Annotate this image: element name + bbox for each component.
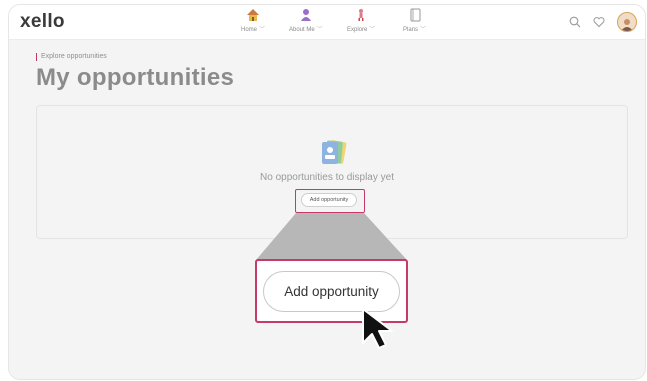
- chevron-down-icon: ﹀: [259, 27, 266, 33]
- person-icon: [300, 9, 311, 21]
- nav-about-me[interactable]: About Me ﹀: [289, 8, 323, 36]
- plans-notebook-icon: [410, 8, 421, 22]
- header-actions: [569, 12, 637, 32]
- top-navigation-bar: xello Home ﹀ About Me ﹀ Explore ﹀ Plans …: [9, 5, 645, 40]
- explore-figure-icon: [358, 9, 364, 21]
- nav-explore[interactable]: Explore ﹀: [347, 8, 375, 36]
- add-opportunity-button[interactable]: Add opportunity: [301, 193, 357, 207]
- chevron-down-icon: ﹀: [316, 27, 323, 33]
- search-icon[interactable]: [569, 16, 581, 28]
- nav-home[interactable]: Home ﹀: [241, 8, 265, 36]
- documents-icon: [322, 140, 347, 164]
- empty-state-message: No opportunities to display yet: [260, 172, 394, 183]
- xello-logo[interactable]: xello: [20, 11, 65, 33]
- chevron-down-icon: ﹀: [420, 27, 427, 33]
- nav-home-label: Home: [241, 27, 258, 33]
- nav-plans[interactable]: Plans ﹀: [403, 8, 426, 36]
- user-photo-icon: [621, 19, 633, 31]
- avatar[interactable]: [617, 12, 637, 32]
- add-opportunity-button-zoomed[interactable]: Add opportunity: [263, 271, 400, 312]
- nav-about-me-label: About Me: [289, 27, 315, 33]
- mouse-pointer-icon: [362, 308, 393, 349]
- chevron-down-icon: ﹀: [369, 27, 376, 33]
- heart-icon[interactable]: [593, 16, 605, 28]
- breadcrumb[interactable]: Explore opportunities: [36, 53, 107, 61]
- nav-plans-label: Plans: [403, 27, 419, 33]
- page-title: My opportunities: [36, 64, 235, 91]
- app-window: xello Home ﹀ About Me ﹀ Explore ﹀ Plans …: [8, 4, 646, 380]
- home-icon: [247, 9, 260, 21]
- nav-explore-label: Explore: [347, 27, 368, 33]
